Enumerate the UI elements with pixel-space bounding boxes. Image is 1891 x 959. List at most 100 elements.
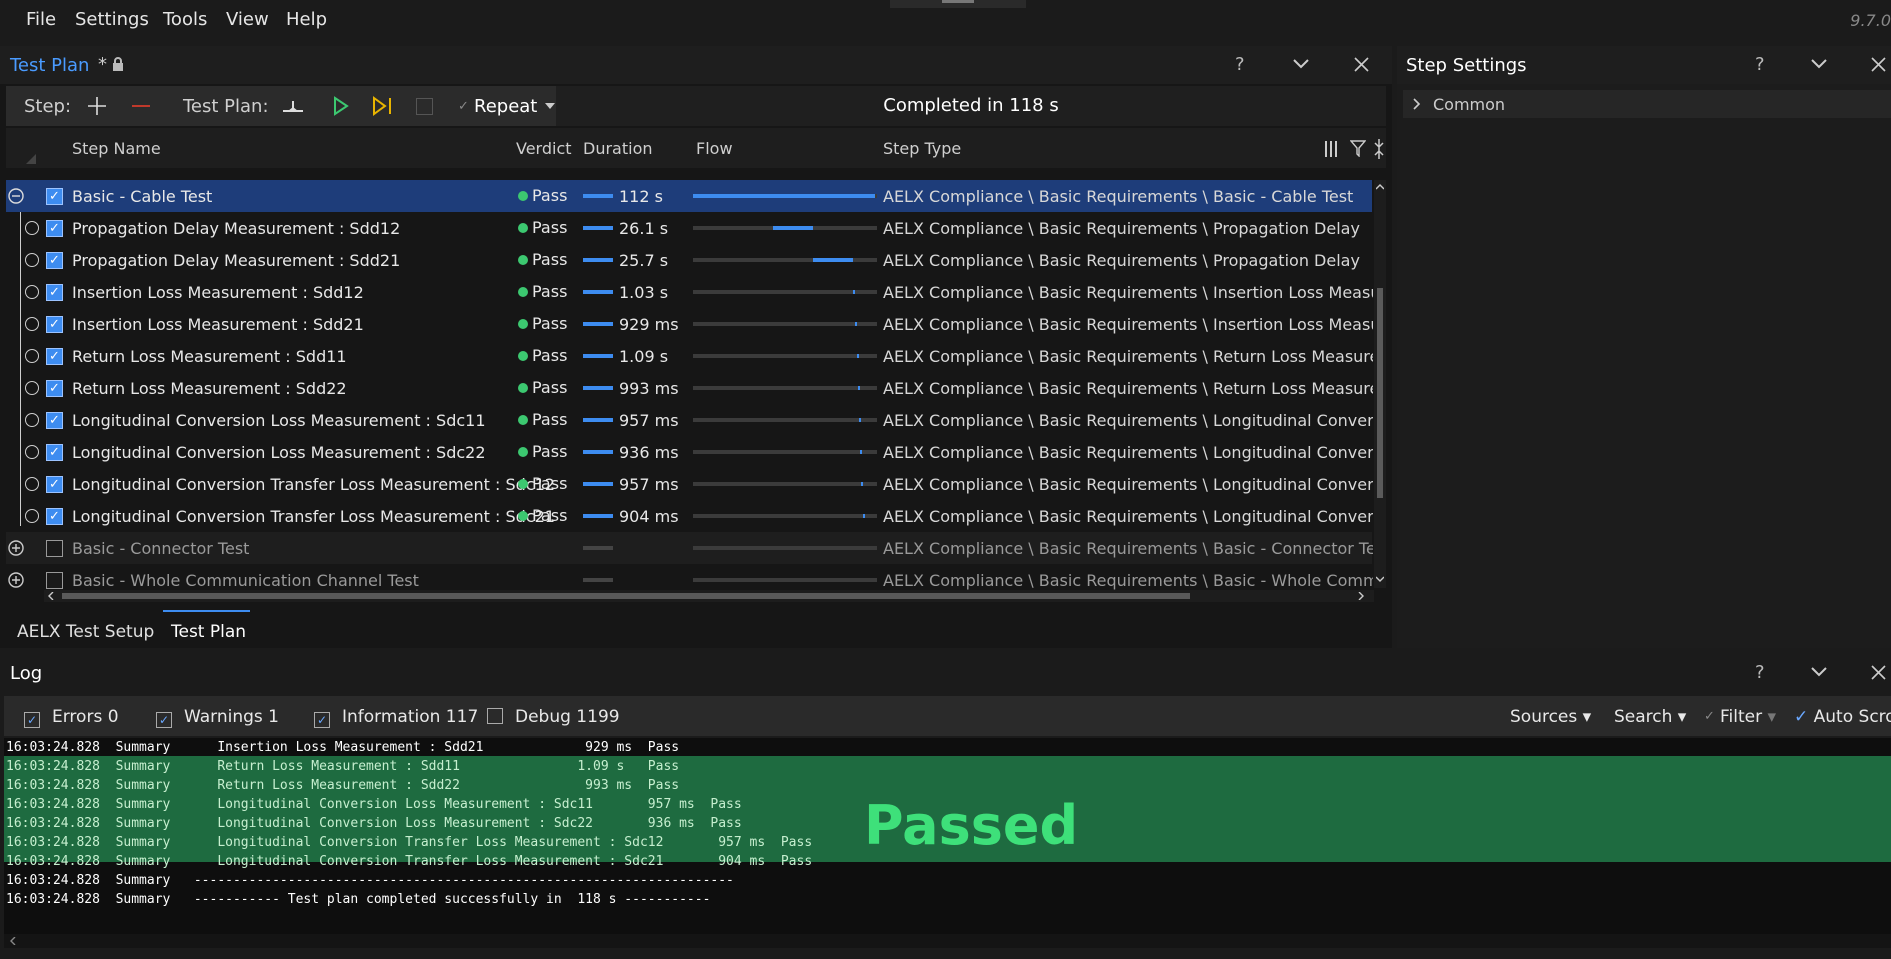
sources-dropdown[interactable]: Sources ▾ <box>1510 707 1591 727</box>
break-icon[interactable] <box>282 96 304 116</box>
columns-icon[interactable] <box>1324 141 1338 157</box>
debug-checkbox[interactable]: Debug 1199 <box>487 707 620 727</box>
table-row[interactable]: ✓ Basic - Cable Test Pass 112 s AELX Com… <box>6 180 1372 212</box>
table-row[interactable]: ✓ Propagation Delay Measurement : Sdd12 … <box>6 212 1372 244</box>
remove-step-icon[interactable] <box>132 104 150 108</box>
horizontal-scroll-thumb[interactable] <box>62 593 1190 599</box>
step-enabled-checkbox[interactable]: ✓ <box>46 284 63 301</box>
close-icon[interactable] <box>1871 665 1886 680</box>
flow-segment <box>860 450 862 454</box>
step-enabled-checkbox[interactable]: ✓ <box>46 252 63 269</box>
duration-bar <box>583 481 613 486</box>
menu-tools[interactable]: Tools <box>163 9 207 30</box>
table-row[interactable]: ✓ Insertion Loss Measurement : Sdd21 Pas… <box>6 308 1373 340</box>
chevron-down-icon[interactable] <box>1811 59 1827 69</box>
pass-dot-icon <box>518 319 528 329</box>
step-enabled-checkbox[interactable] <box>46 540 63 557</box>
stop-button[interactable] <box>416 98 433 115</box>
step-enabled-checkbox[interactable]: ✓ <box>46 412 63 429</box>
repeat-button[interactable]: Repeat <box>474 96 537 117</box>
duration: 904 ms <box>583 507 679 526</box>
scroll-left-icon[interactable] <box>48 592 54 600</box>
help-icon[interactable]: ? <box>1755 662 1765 683</box>
common-group[interactable]: Common <box>1403 90 1891 118</box>
help-icon[interactable]: ? <box>1755 54 1765 75</box>
tree-node-icon <box>25 413 39 427</box>
log-line: 16:03:24.828 Summary Longitudinal Conver… <box>6 816 742 831</box>
table-row[interactable]: ✓ Longitudinal Conversion Loss Measureme… <box>6 436 1373 468</box>
flow-segment <box>773 226 813 230</box>
menu-view[interactable]: View <box>226 9 269 30</box>
step-enabled-checkbox[interactable]: ✓ <box>46 316 63 333</box>
information-checkbox[interactable]: ✓ Information 117 <box>314 707 478 728</box>
menu-file[interactable]: File <box>26 9 56 30</box>
step-type: AELX Compliance \ Basic Requirements \ L… <box>883 443 1373 462</box>
table-row[interactable]: ✓ Longitudinal Conversion Transfer Loss … <box>6 500 1373 532</box>
scroll-down-icon[interactable] <box>1376 576 1384 582</box>
repeat-dropdown-icon[interactable] <box>545 103 555 109</box>
table-row[interactable]: ✓ Propagation Delay Measurement : Sdd21 … <box>6 244 1372 276</box>
menu-help[interactable]: Help <box>286 9 327 30</box>
errors-checkbox[interactable]: ✓ Errors 0 <box>24 707 119 728</box>
filter-check-icon[interactable]: ✓ <box>1704 709 1715 724</box>
select-all-corner-icon[interactable] <box>26 154 36 164</box>
col-verdict[interactable]: Verdict <box>516 139 572 158</box>
menu-settings[interactable]: Settings <box>75 9 149 30</box>
tab-aelx-test-setup[interactable]: AELX Test Setup <box>17 622 154 642</box>
group-label: Common <box>1433 95 1506 114</box>
collapse-node-icon[interactable] <box>8 188 24 204</box>
auto-scroll-toggle[interactable]: ✓ Auto Scroll <box>1794 707 1891 727</box>
tab-test-plan[interactable]: Test Plan <box>171 622 246 642</box>
step-enabled-checkbox[interactable]: ✓ <box>46 348 63 365</box>
chevron-right-icon[interactable] <box>1413 98 1421 110</box>
expand-node-icon[interactable] <box>8 540 24 556</box>
step-enabled-checkbox[interactable]: ✓ <box>46 220 63 237</box>
help-icon[interactable]: ? <box>1235 54 1245 75</box>
window-drag-handle[interactable] <box>890 0 1026 8</box>
scroll-left-icon[interactable] <box>10 937 16 945</box>
step-enabled-checkbox[interactable]: ✓ <box>46 444 63 461</box>
step-type: AELX Compliance \ Basic Requirements \ I… <box>883 283 1373 302</box>
filter-icon[interactable] <box>1350 140 1366 157</box>
filter-dropdown[interactable]: Filter ▾ <box>1720 707 1776 727</box>
add-step-icon[interactable] <box>88 97 106 115</box>
scroll-up-icon[interactable] <box>1376 184 1384 190</box>
log-horizontal-scrollbar[interactable] <box>4 934 1891 948</box>
step-enabled-checkbox[interactable]: ✓ <box>46 508 63 525</box>
run-selected-icon[interactable] <box>372 96 394 116</box>
vertical-scroll-thumb[interactable] <box>1377 288 1383 498</box>
close-icon[interactable] <box>1871 57 1886 72</box>
run-status: Completed in 118 s <box>556 86 1386 126</box>
table-row[interactable]: ✓ Insertion Loss Measurement : Sdd12 Pas… <box>6 276 1373 308</box>
log-output[interactable]: Passed 16:03:24.828 Summary Insertion Lo… <box>4 738 1891 948</box>
table-row[interactable]: Basic - Connector Test AELX Compliance \… <box>6 532 1373 564</box>
col-flow[interactable]: Flow <box>696 139 733 158</box>
close-icon[interactable] <box>1354 57 1369 72</box>
table-row[interactable]: ✓ Return Loss Measurement : Sdd22 Pass 9… <box>6 372 1373 404</box>
scroll-right-icon[interactable] <box>1358 592 1364 600</box>
run-icon[interactable] <box>333 96 349 116</box>
tree-node-icon <box>25 445 39 459</box>
table-row[interactable]: ✓ Longitudinal Conversion Loss Measureme… <box>6 404 1373 436</box>
repeat-check-icon[interactable]: ✓ <box>458 99 469 114</box>
step-enabled-checkbox[interactable]: ✓ <box>46 380 63 397</box>
chevron-down-icon[interactable] <box>1293 59 1309 69</box>
expand-node-icon[interactable] <box>8 572 24 588</box>
col-step-name[interactable]: Step Name <box>72 139 161 158</box>
vertical-scrollbar[interactable] <box>1374 180 1386 588</box>
table-row[interactable]: ✓ Longitudinal Conversion Transfer Loss … <box>6 468 1373 500</box>
horizontal-scrollbar[interactable] <box>44 590 1374 602</box>
step-enabled-checkbox[interactable] <box>46 572 63 589</box>
verdict: Pass <box>518 378 567 397</box>
table-row[interactable]: Basic - Whole Communication Channel Test… <box>6 564 1373 590</box>
col-duration[interactable]: Duration <box>583 139 653 158</box>
table-row[interactable]: ✓ Return Loss Measurement : Sdd11 Pass 1… <box>6 340 1373 372</box>
warnings-checkbox[interactable]: ✓ Warnings 1 <box>156 707 279 728</box>
col-step-type[interactable]: Step Type <box>883 139 961 158</box>
step-enabled-checkbox[interactable]: ✓ <box>46 188 63 205</box>
chevron-down-icon[interactable] <box>1811 667 1827 677</box>
search-dropdown[interactable]: Search ▾ <box>1614 707 1686 727</box>
expand-collapse-icon[interactable] <box>1373 139 1385 159</box>
step-enabled-checkbox[interactable]: ✓ <box>46 476 63 493</box>
grid-header: Step Name Verdict Duration Flow Step Typ… <box>6 128 1386 168</box>
